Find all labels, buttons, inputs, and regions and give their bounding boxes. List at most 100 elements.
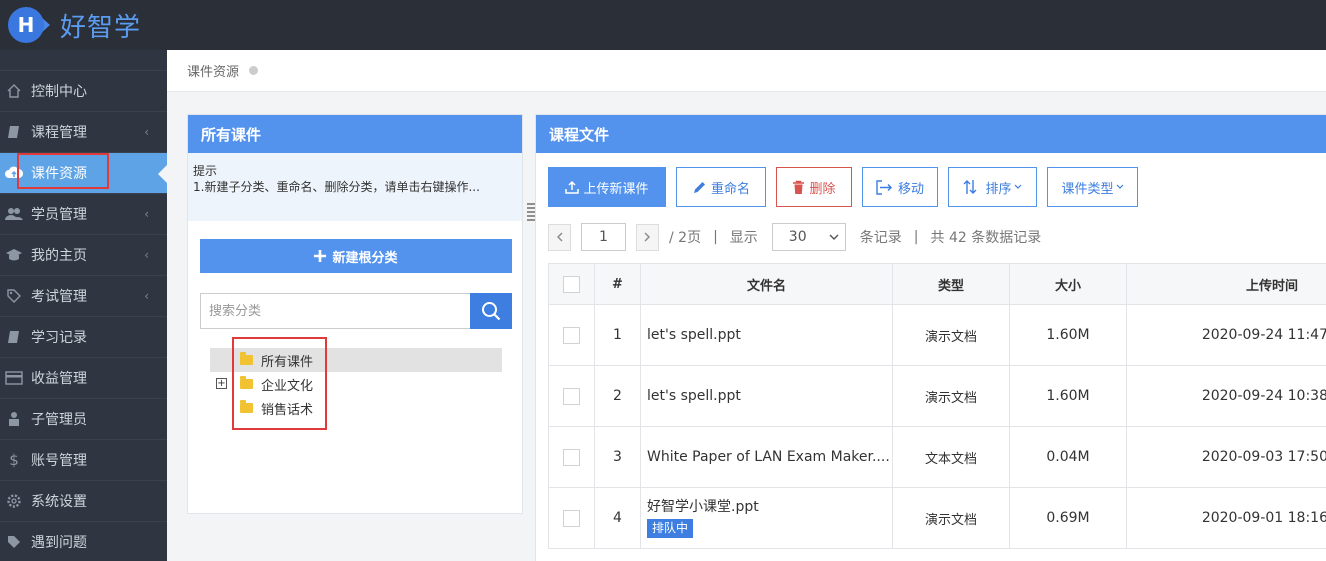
users-icon: [5, 205, 23, 223]
sidebar-item-sub-admins[interactable]: 子管理员: [0, 398, 167, 439]
column-header-name[interactable]: 文件名: [640, 263, 893, 305]
row-checkbox-cell: [548, 487, 595, 549]
sidebar-item-courses[interactable]: 课程管理 ‹: [0, 111, 167, 152]
row-file-name[interactable]: White Paper of LAN Exam Maker....: [640, 426, 893, 488]
sidebar-item-learning-records[interactable]: 学习记录: [0, 316, 167, 357]
prev-page-button[interactable]: [548, 223, 571, 251]
row-upload-time: 2020-09-24 11:47: [1126, 304, 1326, 366]
files-toolbar: 上传新课件 重命名 删除 移动 排序 课件类型: [548, 167, 1138, 207]
row-checkbox[interactable]: [563, 509, 580, 527]
row-checkbox-cell: [548, 304, 595, 366]
chevron-left-icon: ‹: [144, 125, 149, 139]
page-number-input[interactable]: [581, 223, 626, 251]
row-file-type: 演示文档: [892, 304, 1010, 366]
sidebar-item-label: 账号管理: [31, 453, 87, 469]
expand-icon[interactable]: +: [216, 378, 227, 389]
main-content: 课件资源 所有课件 提示 1.新建子分类、重命名、删除分类，请单击右键操作...…: [167, 50, 1326, 561]
sidebar-item-label: 系统设置: [31, 494, 87, 510]
table-row[interactable]: 4 好智学小课堂.ppt 排队中 演示文档 0.69M 2020-09-01 1…: [548, 487, 1326, 549]
sidebar: 控制中心 课程管理 ‹ 课件资源 学员管理 ‹ 我的主页 ‹ 考试管理 ‹ 学习…: [0, 50, 167, 561]
row-num: 4: [594, 487, 641, 549]
category-panel-title: 所有课件: [188, 115, 522, 153]
move-button-label: 移动: [897, 181, 924, 197]
select-all-checkbox[interactable]: [563, 275, 580, 293]
column-header-size[interactable]: 大小: [1009, 263, 1127, 305]
row-file-type: 演示文档: [892, 487, 1010, 549]
sidebar-item-revenue[interactable]: 收益管理: [0, 357, 167, 398]
table-row[interactable]: 2 let's spell.ppt 演示文档 1.60M 2020-09-24 …: [548, 365, 1326, 427]
row-file-size: 1.60M: [1009, 304, 1127, 366]
tag-icon: [5, 287, 23, 305]
delete-button[interactable]: 删除: [776, 167, 852, 207]
search-icon: [481, 301, 501, 321]
rename-button[interactable]: 重命名: [676, 167, 766, 207]
total-pages-text: / 2页: [669, 230, 702, 246]
row-upload-time: 2020-09-24 10:38: [1126, 365, 1326, 427]
sidebar-item-label: 学员管理: [31, 207, 87, 223]
credit-card-icon: [5, 369, 23, 387]
book-icon: [5, 328, 23, 346]
breadcrumb-current[interactable]: 课件资源: [187, 61, 239, 80]
highlight-frame-tree: [232, 337, 327, 430]
graduation-cap-icon: [5, 246, 23, 264]
column-header-type[interactable]: 类型: [892, 263, 1010, 305]
app-name: 好智学: [60, 12, 142, 43]
sidebar-item-label: 学习记录: [31, 330, 87, 346]
row-upload-time: 2020-09-03 17:50: [1126, 426, 1326, 488]
sidebar-item-account[interactable]: $ 账号管理: [0, 439, 167, 480]
category-search-input[interactable]: [200, 293, 470, 329]
total-records-text: 共 42 条数据记录: [930, 230, 1042, 246]
chevron-down-icon: [829, 234, 839, 241]
sidebar-item-dashboard[interactable]: 控制中心: [0, 70, 167, 111]
row-num: 1: [594, 304, 641, 366]
dollar-icon: $: [5, 451, 23, 469]
row-file-size: 0.04M: [1009, 426, 1127, 488]
row-file-name[interactable]: let's spell.ppt: [640, 304, 893, 366]
tip-box: 提示 1.新建子分类、重命名、删除分类，请单击右键操作...: [188, 153, 522, 221]
delete-button-label: 删除: [809, 181, 836, 197]
files-table: # 文件名 类型 大小 上传时间 1 let's spell.ppt 演示文档 …: [548, 263, 1326, 549]
upload-button[interactable]: 上传新课件: [548, 167, 666, 207]
page-size-select[interactable]: 30: [771, 223, 846, 251]
sidebar-item-help[interactable]: 遇到问题: [0, 521, 167, 561]
row-file-name[interactable]: let's spell.ppt: [640, 365, 893, 427]
category-search-button[interactable]: [470, 293, 512, 329]
table-header-row: # 文件名 类型 大小 上传时间: [548, 263, 1326, 305]
sidebar-item-label: 考试管理: [31, 289, 87, 305]
pencil-icon: [692, 180, 707, 195]
move-button[interactable]: 移动: [862, 167, 938, 207]
file-type-button[interactable]: 课件类型: [1047, 167, 1138, 207]
upload-icon: [565, 180, 580, 194]
tag-icon: [5, 533, 23, 551]
chevron-left-icon: ‹: [144, 289, 149, 303]
pager-separator: |: [913, 229, 919, 245]
pagination: / 2页 | 显示 30 条记录 | 共 42 条数据记录: [548, 223, 1045, 251]
row-checkbox[interactable]: [563, 326, 580, 344]
sidebar-item-students[interactable]: 学员管理 ‹: [0, 193, 167, 234]
new-root-category-label: 新建根分类: [332, 250, 398, 266]
sidebar-item-label: 控制中心: [31, 84, 87, 100]
row-checkbox[interactable]: [563, 387, 580, 405]
row-file-name-cell: 好智学小课堂.ppt 排队中: [640, 487, 893, 549]
status-badge: 排队中: [647, 518, 694, 538]
column-header-time[interactable]: 上传时间: [1126, 263, 1326, 305]
sort-button[interactable]: 排序: [948, 167, 1037, 207]
app-logo[interactable]: H 好智学: [6, 5, 141, 45]
sidebar-item-exams[interactable]: 考试管理 ‹: [0, 275, 167, 316]
files-panel-title: 课程文件: [536, 115, 1326, 153]
column-header-num: #: [594, 263, 641, 305]
breadcrumb: 课件资源: [167, 50, 1326, 92]
svg-text:$: $: [9, 452, 19, 468]
row-checkbox[interactable]: [563, 448, 580, 466]
row-file-name[interactable]: 好智学小课堂.ppt: [647, 499, 892, 516]
table-row[interactable]: 1 let's spell.ppt 演示文档 1.60M 2020-09-24 …: [548, 304, 1326, 366]
chevron-down-icon: [1116, 184, 1124, 190]
sidebar-item-settings[interactable]: 系统设置: [0, 480, 167, 521]
table-row[interactable]: 3 White Paper of LAN Exam Maker.... 文本文档…: [548, 426, 1326, 488]
sidebar-item-homepage[interactable]: 我的主页 ‹: [0, 234, 167, 275]
rename-button-label: 重命名: [710, 181, 750, 197]
new-root-category-button[interactable]: 新建根分类: [200, 239, 512, 273]
next-page-button[interactable]: [636, 223, 659, 251]
svg-text:H: H: [18, 13, 35, 37]
show-text: 显示: [729, 230, 758, 246]
